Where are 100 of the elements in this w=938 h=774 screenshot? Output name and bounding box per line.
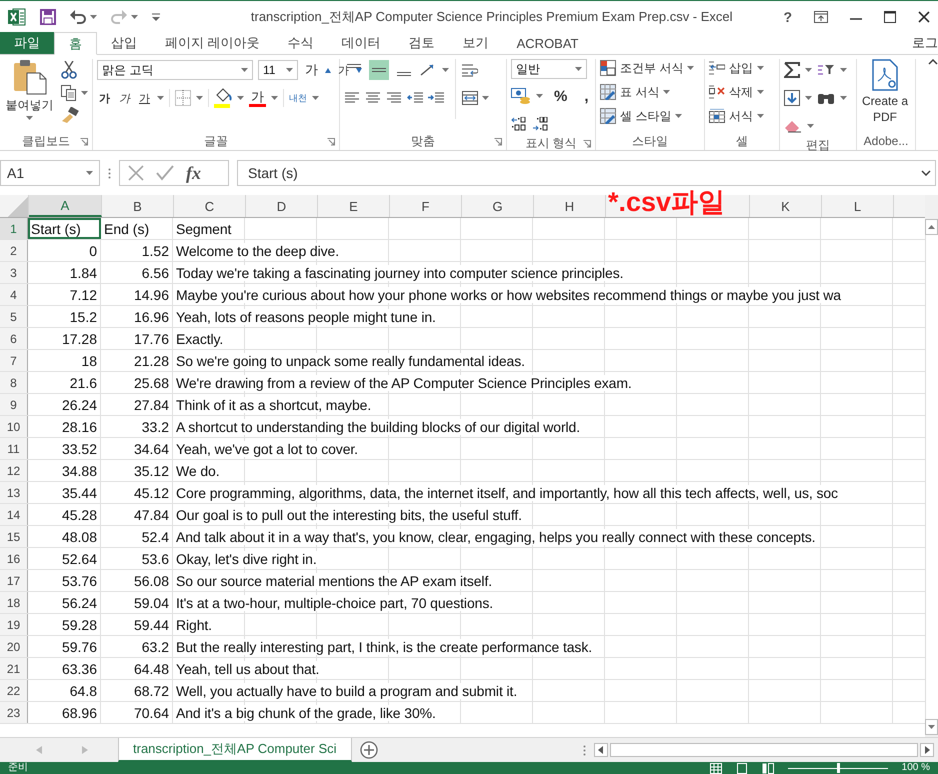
column-header[interactable]: D xyxy=(246,195,318,217)
zoom-slider-thumb[interactable] xyxy=(836,762,840,772)
close-icon[interactable] xyxy=(918,10,930,22)
caret-icon[interactable] xyxy=(312,96,319,100)
column-header[interactable]: L xyxy=(822,195,894,217)
row-header[interactable]: 1 xyxy=(0,218,28,239)
paste-button[interactable]: 붙여넣기 xyxy=(4,59,55,120)
caret-icon[interactable] xyxy=(675,114,682,118)
dialog-launcher-icon[interactable] xyxy=(80,138,88,146)
row-header[interactable]: 21 xyxy=(0,658,28,679)
row-header[interactable]: 11 xyxy=(0,438,28,459)
scroll-up-icon[interactable] xyxy=(925,219,938,235)
insert-function-button[interactable]: fx xyxy=(186,162,201,184)
formula-field[interactable]: Start (s) xyxy=(237,160,936,186)
row-header[interactable]: 5 xyxy=(0,306,28,327)
cut-icon[interactable] xyxy=(61,61,77,79)
account-link[interactable]: 로그 xyxy=(912,34,938,52)
border-icon[interactable] xyxy=(175,90,191,106)
name-box[interactable]: A1 xyxy=(0,160,100,186)
cells-button[interactable]: 삽입 xyxy=(709,59,764,77)
sort-filter-icon[interactable] xyxy=(817,63,835,77)
dialog-launcher-icon[interactable] xyxy=(583,140,591,148)
row-header[interactable]: 9 xyxy=(0,394,28,415)
column-header[interactable]: B xyxy=(102,195,174,217)
caret-icon[interactable] xyxy=(90,14,97,18)
align-right-icon[interactable] xyxy=(386,91,402,105)
decrease-indent-icon[interactable] xyxy=(407,91,423,105)
caret-icon[interactable] xyxy=(286,68,293,72)
dialog-launcher-icon[interactable] xyxy=(327,138,335,146)
scroll-left-icon[interactable] xyxy=(594,743,608,757)
fill-color-icon[interactable] xyxy=(214,88,232,108)
add-sheet-icon[interactable] xyxy=(360,741,378,759)
comma-button[interactable]: , xyxy=(578,88,595,104)
italic-button[interactable]: 가 xyxy=(117,90,132,106)
help-button[interactable]: ? xyxy=(783,8,792,24)
wrap-text-icon[interactable] xyxy=(462,63,478,77)
excel-logo-icon[interactable] xyxy=(8,8,26,26)
font-size-dropdown[interactable]: 11 xyxy=(258,60,298,80)
caret-icon[interactable] xyxy=(757,114,764,118)
ribbon-tab[interactable]: 보기 xyxy=(448,32,503,54)
undo-icon[interactable] xyxy=(70,10,86,24)
caret-icon[interactable] xyxy=(805,68,812,72)
styles-button[interactable]: 조건부 서식 xyxy=(600,59,694,77)
column-header[interactable]: A xyxy=(29,195,102,217)
ribbon-tab[interactable]: 삽입 xyxy=(97,32,151,54)
row-header[interactable]: 17 xyxy=(0,570,28,591)
column-header[interactable]: E xyxy=(318,195,390,217)
row-header[interactable]: 16 xyxy=(0,548,28,569)
font-name-dropdown[interactable]: 맑은 고딕 xyxy=(97,60,253,80)
row-header[interactable]: 3 xyxy=(0,262,28,283)
row-header[interactable]: 15 xyxy=(0,526,28,547)
row-header[interactable]: 4 xyxy=(0,284,28,305)
caret-icon[interactable] xyxy=(807,124,814,128)
caret-icon[interactable] xyxy=(157,96,164,100)
column-header[interactable]: K xyxy=(750,195,822,217)
scrollbar-thumb[interactable] xyxy=(610,743,918,757)
find-icon[interactable] xyxy=(817,91,835,105)
bold-button[interactable]: 가 xyxy=(97,90,112,106)
caret-icon[interactable] xyxy=(575,67,582,71)
underline-button[interactable]: 가 xyxy=(137,90,152,106)
fill-down-icon[interactable] xyxy=(784,90,800,106)
row-header[interactable]: 6 xyxy=(0,328,28,349)
sheet-tab[interactable]: transcription_전체AP Computer Sci xyxy=(118,738,352,762)
row-header[interactable]: 7 xyxy=(0,350,28,371)
caret-icon[interactable] xyxy=(81,91,88,95)
currency-icon[interactable] xyxy=(511,88,531,104)
ribbon-tab[interactable]: 수식 xyxy=(274,32,328,54)
caret-icon[interactable] xyxy=(840,96,847,100)
decrease-decimal-icon[interactable] xyxy=(532,117,548,131)
ribbon-tab[interactable]: ACROBAT xyxy=(502,32,593,54)
caret-icon[interactable] xyxy=(757,90,764,94)
format-painter-icon[interactable] xyxy=(61,107,79,123)
row-header[interactable]: 20 xyxy=(0,636,28,657)
row-header[interactable]: 2 xyxy=(0,240,28,261)
caret-icon[interactable] xyxy=(86,171,93,175)
caret-icon[interactable] xyxy=(482,96,489,100)
caret-icon[interactable] xyxy=(442,68,449,72)
page-break-icon[interactable] xyxy=(762,762,774,774)
column-header[interactable]: F xyxy=(390,195,462,217)
percent-button[interactable]: % xyxy=(548,88,574,104)
ribbon-tab[interactable]: 페이지 레이아웃 xyxy=(151,32,274,54)
ribbon-tab[interactable]: 홈 xyxy=(54,32,97,55)
caret-icon[interactable] xyxy=(757,66,764,70)
shrink-font-button[interactable]: 가 xyxy=(336,62,351,78)
caret-icon[interactable] xyxy=(241,68,248,72)
caret-icon[interactable] xyxy=(536,94,543,98)
ribbon-tab[interactable]: 검토 xyxy=(394,32,449,54)
collapse-ribbon-icon[interactable] xyxy=(928,59,938,65)
row-header[interactable]: 19 xyxy=(0,614,28,635)
styles-button[interactable]: 셀 스타일 xyxy=(600,107,682,125)
column-header[interactable]: H xyxy=(534,195,606,217)
row-header[interactable]: 23 xyxy=(0,702,28,723)
cells-button[interactable]: 삭제 xyxy=(709,83,764,101)
dialog-launcher-icon[interactable] xyxy=(494,138,502,146)
ribbon-tab[interactable]: 파일 xyxy=(0,32,54,54)
merge-cells-icon[interactable] xyxy=(462,91,478,105)
expand-icon[interactable] xyxy=(921,170,931,176)
normal-view-icon[interactable] xyxy=(710,762,722,774)
increase-decimal-icon[interactable] xyxy=(511,117,527,131)
caret-icon[interactable] xyxy=(196,96,203,100)
